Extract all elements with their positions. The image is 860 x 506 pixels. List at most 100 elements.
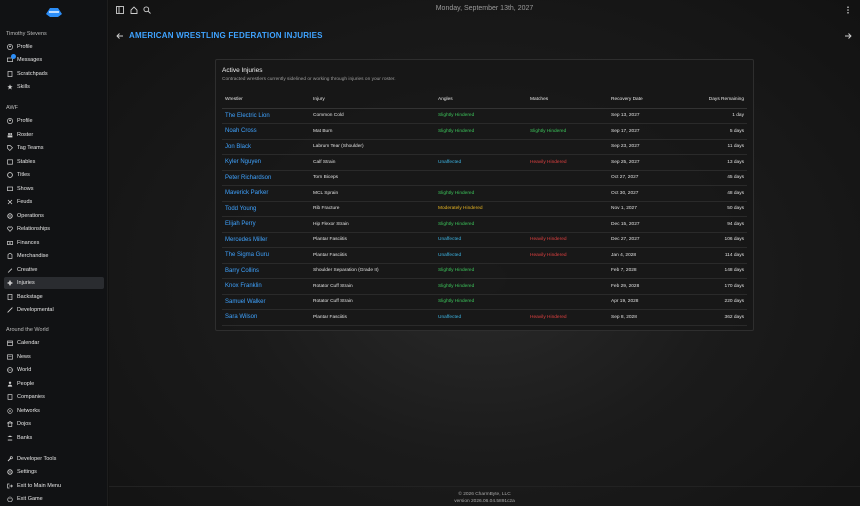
wrestler-name[interactable]: Peter Richardson (222, 170, 310, 186)
sidebar-item-people[interactable]: People (4, 378, 104, 390)
sidebar-item-label: Developmental (17, 307, 54, 313)
sidebar-item-world[interactable]: World (4, 364, 104, 376)
notepad-icon (7, 70, 13, 77)
sidebar-item-profile[interactable]: Profile (4, 41, 104, 53)
sidebar-item-stables[interactable]: Stables (4, 156, 104, 168)
sidebar-item-injuries[interactable]: Injuries (4, 277, 104, 289)
wrestler-name[interactable]: Todd Young (222, 201, 310, 217)
sidebar-item-label: Operations (17, 212, 44, 219)
table-row[interactable]: Sara Wilson Plantar Fasciitis Unaffected He… (222, 309, 747, 326)
table-row[interactable]: Mercedes Miller Plantar Fasciitis Unaffect… (222, 232, 747, 248)
table-row[interactable]: Kyler Nguyen Calf Strain Unaffected Heavily… (222, 154, 747, 171)
sidebar-item-merchandise[interactable]: Merchandise (4, 250, 104, 262)
sidebar-item-roster[interactable]: Roster (4, 129, 104, 141)
sidebar-world-title: Around the World (6, 327, 49, 333)
sidebar-item-messages[interactable]: Messages (4, 54, 104, 66)
title-icon (7, 172, 13, 178)
col-header-matches[interactable]: Matches (527, 91, 608, 109)
sidebar-item-scratchpads[interactable]: Scratchpads (4, 68, 104, 80)
sidebar-item-label: Profile (17, 118, 33, 124)
injury-name: Rotator Cuff Strain (310, 278, 435, 295)
injury-name: Labrum Tear (Shoulder) (310, 139, 435, 155)
sidebar-item-banks[interactable]: Banks (4, 432, 104, 444)
sidebar-item-shows[interactable]: Shows (4, 183, 104, 195)
wrestler-name[interactable]: Sara Wilson (222, 309, 310, 326)
sidebar-item-skills[interactable]: Skills (4, 81, 104, 93)
sidebar-item-news[interactable]: News (4, 351, 104, 363)
sidebar-item-feuds[interactable]: Feuds (4, 196, 104, 208)
days-remaining: 106 days (678, 232, 747, 248)
more-options-icon[interactable] (844, 6, 852, 14)
wrestler-name[interactable]: Jon Black (222, 139, 310, 155)
sidebar-item-exit-to-main-menu[interactable]: Exit to Main Menu (4, 480, 104, 492)
days-remaining: 148 days (678, 263, 747, 279)
angles-status (435, 170, 527, 186)
sidebar-item-developer-tools[interactable]: Developer Tools (4, 453, 104, 465)
table-row[interactable]: Noah Cross Mat Burn Slightly Hindered Sligh… (222, 123, 747, 140)
skills-icon (7, 84, 13, 90)
table-row[interactable]: The Electric Lion Common Cold Slightly Hin… (222, 108, 747, 124)
table-row[interactable]: Elijah Perry Hip Flexor Strain Slightly Hi… (222, 216, 747, 233)
injury-name: Torn Biceps (310, 170, 435, 186)
angles-status: Slightly Hindered (435, 123, 527, 140)
user-circle-icon (7, 118, 13, 124)
table-row[interactable]: Peter Richardson Torn Biceps Oct 27, 2027 4… (222, 170, 747, 186)
game-logo-icon[interactable] (44, 5, 64, 19)
wrestler-name[interactable]: Noah Cross (222, 123, 310, 140)
wrestler-name[interactable]: Barry Collins (222, 263, 310, 279)
wrestler-name[interactable]: Kyler Nguyen (222, 154, 310, 171)
sidebar-item-creative[interactable]: Creative (4, 264, 104, 276)
sidebar-item-calendar[interactable]: Calendar (4, 337, 104, 349)
relationship-icon (7, 226, 13, 232)
angles-status: Unaffected (435, 232, 527, 248)
matches-status: Heavily Hindered (527, 232, 608, 248)
col-header-recovery-date[interactable]: Recovery Date (608, 91, 678, 109)
wrestler-name[interactable]: The Sigma Guru (222, 247, 310, 264)
col-header-days-remaining[interactable]: Days Remaining (678, 91, 747, 109)
col-header-injury[interactable]: Injury (310, 91, 435, 109)
sidebar-item-settings[interactable]: Settings (4, 466, 104, 478)
wrestler-name[interactable]: The Electric Lion (222, 108, 310, 124)
sidebar-item-dojos[interactable]: Dojos (4, 418, 104, 430)
people-icon (7, 381, 13, 387)
sidebar-item-label: Shows (17, 185, 34, 192)
sidebar-item-profile[interactable]: Profile (4, 115, 104, 127)
col-header-angles[interactable]: Angles (435, 91, 527, 109)
table-row[interactable]: The Sigma Guru Plantar Fasciitis Unaffecte… (222, 247, 747, 264)
sidebar-item-companies[interactable]: Companies (4, 391, 104, 403)
back-arrow-icon[interactable] (116, 32, 124, 40)
sidebar-item-finances[interactable]: Finances (4, 237, 104, 249)
sidebar-item-label: Networks (17, 407, 40, 414)
sidebar-item-backstage[interactable]: Backstage (4, 291, 104, 303)
sidebar-item-tag-teams[interactable]: Tag Teams (4, 142, 104, 154)
injury-name: Common Cold (310, 108, 435, 124)
recovery-date: Feb 29, 2028 (608, 278, 678, 295)
sidebar-item-titles[interactable]: Titles (4, 169, 104, 181)
table-row[interactable]: Todd Young Rib Fracture Moderately Hindere… (222, 201, 747, 217)
sidebar-item-label: Banks (17, 434, 33, 441)
table-row[interactable]: Jon Black Labrum Tear (Shoulder) Sep 23, 2… (222, 139, 747, 155)
recovery-date: Sep 13, 2027 (608, 108, 678, 124)
table-row[interactable]: Barry Collins Shoulder Separation (Grade … (222, 263, 747, 279)
table-row[interactable]: Knox Franklin Rotator Cuff Strain Slightly… (222, 278, 747, 295)
angles-status: Slightly Hindered (435, 108, 527, 124)
sidebar-item-exit-game[interactable]: Exit Game (4, 493, 104, 505)
exit-icon (7, 483, 13, 489)
col-header-wrestler[interactable]: Wrestler (222, 91, 310, 109)
sidebar-item-developmental[interactable]: Developmental (4, 304, 104, 316)
table-row[interactable]: Samuel Walker Rotator Cuff Strain Slightly… (222, 294, 747, 310)
sidebar-company-title: AWF (6, 105, 19, 111)
wrestler-name[interactable]: Elijah Perry (222, 216, 310, 233)
table-row[interactable]: Maverick Parker MCL Sprain Slightly Hinder… (222, 185, 747, 202)
sidebar-item-networks[interactable]: Networks (4, 405, 104, 417)
wrestler-name[interactable]: Knox Franklin (222, 278, 310, 295)
roster-icon (7, 132, 13, 138)
wrestler-name[interactable]: Samuel Walker (222, 294, 310, 310)
sidebar-item-relationships[interactable]: Relationships (4, 223, 104, 235)
wrestler-name[interactable]: Mercedes Miller (222, 232, 310, 248)
wrestler-name[interactable]: Maverick Parker (222, 185, 310, 202)
forward-arrow-icon[interactable] (844, 32, 852, 40)
matches-status (527, 294, 608, 310)
sidebar-item-operations[interactable]: Operations (4, 210, 104, 222)
card-subtitle: Contracted wrestlers currently sidelined… (222, 77, 396, 82)
